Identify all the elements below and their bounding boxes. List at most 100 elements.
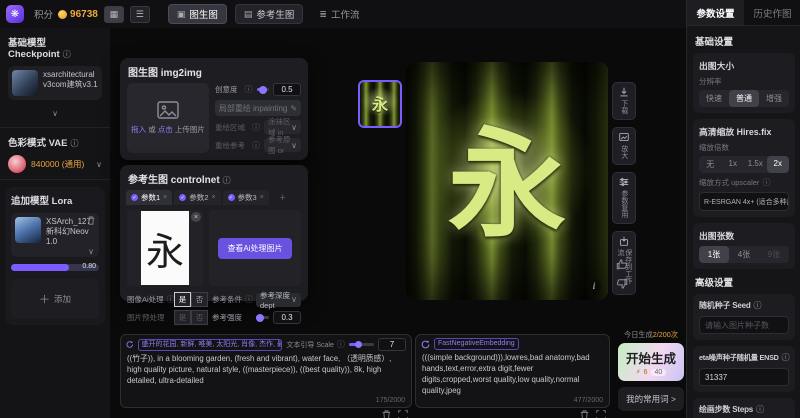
checkpoint-expand[interactable]: ∨ — [8, 100, 102, 121]
vae-select[interactable]: 840000 (通用) ∨ — [8, 155, 102, 173]
refresh-icon[interactable] — [126, 340, 134, 349]
tab-workflow[interactable]: ≣ 工作流 — [311, 5, 367, 23]
download-button[interactable]: 下载 — [612, 82, 636, 120]
reuse-params-button[interactable]: 参数复用 — [612, 172, 636, 224]
controlnet-tab-3[interactable]: ✓参数3× — [223, 190, 269, 205]
preprocess-label: 图片预处理 — [127, 312, 170, 323]
refresh-icon[interactable] — [421, 340, 430, 349]
seed-input[interactable] — [699, 316, 789, 334]
generated-image[interactable]: 永 i — [406, 62, 608, 300]
grid-view-button[interactable]: ▦ — [104, 6, 124, 23]
res-fast[interactable]: 快速 — [699, 90, 729, 107]
upload-dropzone[interactable]: 拖入 或 点击 上传图片 — [127, 83, 209, 153]
count-4[interactable]: 4张 — [729, 246, 759, 263]
drag-link: 拖入 — [131, 125, 146, 134]
scale-label: 文本引导 Scale — [286, 342, 333, 349]
denoise-value[interactable]: 0.5 — [273, 83, 301, 96]
save-frame-icon — [619, 236, 629, 246]
hires-card: 高清缩放 Hires.fix 缩放倍数 无 1x 1.5x 2x 缩放方式 up… — [693, 119, 795, 217]
check-icon: ✓ — [179, 194, 186, 201]
basic-settings-header: 基础设置 — [695, 34, 793, 48]
condition-select[interactable]: 参考深度 dept∨ — [256, 293, 301, 307]
check-icon: ✓ — [131, 194, 138, 201]
controlnet-panel: 参考生图 controlnetⓘ ✓参数1× ✓参数2× ✓参数3× ＋ 永 ×… — [120, 165, 308, 301]
app-logo-icon[interactable]: ❋ — [6, 5, 24, 23]
trash-icon[interactable] — [580, 410, 589, 418]
controlnet-tab-2[interactable]: ✓参数2× — [174, 190, 220, 205]
ensd-card: eta噪声种子随机量 ENSDⓘ — [693, 346, 795, 392]
tab-reference-gen[interactable]: ▤ 参考生图 — [235, 4, 304, 24]
thumbs-down-icon[interactable] — [616, 278, 628, 290]
remove-image-icon[interactable]: × — [191, 212, 201, 222]
scale-slider[interactable] — [349, 343, 374, 346]
mult-15x[interactable]: 1.5x — [744, 156, 767, 173]
negative-prompt-box: FastNegativeEmbedding (((simple backgrou… — [415, 334, 610, 408]
close-icon[interactable]: × — [163, 194, 167, 201]
tab-img2img[interactable]: ▣ 图生图 — [168, 4, 227, 24]
denoise-slider[interactable] — [257, 88, 270, 91]
vae-thumbnail — [8, 155, 26, 173]
count-9[interactable]: 9张 — [759, 246, 789, 263]
image-zoom-icon — [619, 132, 629, 142]
quota-label: 今日生成 — [624, 330, 653, 339]
res-enhanced[interactable]: 增强 — [759, 90, 789, 107]
lora-weight-slider[interactable]: 0.80 — [11, 264, 99, 271]
close-icon[interactable]: × — [260, 194, 264, 201]
strength-value[interactable]: 0.3 — [273, 311, 301, 324]
ensd-label: eta噪声种子随机量 ENSD — [699, 353, 779, 362]
positive-prompt-text[interactable]: ((竹子)), in a blooming garden, (fresh and… — [121, 352, 411, 398]
result-thumbnail[interactable]: 永 — [358, 80, 402, 128]
generate-button[interactable]: 开始生成 ⚡640 — [618, 343, 684, 381]
negative-embedding-tag[interactable]: FastNegativeEmbedding — [434, 338, 519, 350]
checkpoint-header: 基础模型 Checkpoint — [8, 38, 60, 60]
region-select[interactable]: 涂抹区域 in∨ — [264, 120, 301, 134]
upscaler-select[interactable]: R-ESRGAN 4x+ (适合多种风∨ — [699, 192, 789, 211]
info-icon[interactable]: i — [587, 279, 601, 293]
mult-none[interactable]: 无 — [699, 156, 722, 173]
upscaler-label: 缩放方式 upscaler — [699, 178, 759, 187]
tab-parameters[interactable]: 参数设置 — [687, 0, 744, 25]
img2img-title: 图生图 img2img — [120, 58, 308, 83]
count-1[interactable]: 1张 — [699, 246, 729, 263]
tab-history[interactable]: 历史作图 — [744, 0, 800, 25]
add-controlnet-tab[interactable]: ＋ — [271, 190, 295, 205]
resolution-label: 分辨率 — [699, 76, 789, 87]
res-normal[interactable]: 普通 — [729, 90, 759, 107]
app-window: ❋ 积分 96738 ▦ ☰ ▣ 图生图 ▤ 参考生图 ≣ 工作流 基础模型 C… — [0, 0, 800, 418]
download-icon — [619, 87, 629, 97]
condition-label: 参考条件 — [212, 295, 242, 304]
sliders-icon — [619, 177, 629, 187]
trash-icon[interactable] — [382, 410, 391, 418]
scale-value[interactable]: 7 — [378, 338, 406, 351]
ensd-input[interactable] — [699, 368, 789, 386]
expand-icon[interactable] — [398, 410, 408, 418]
menu-button[interactable]: ☰ — [130, 6, 150, 23]
view-processed-button[interactable]: 查看Ai处理图片 — [218, 238, 291, 259]
my-phrases-button[interactable]: 我的常用词 > — [618, 387, 684, 411]
thumbs-up-icon[interactable] — [616, 258, 628, 270]
preprocess-toggle[interactable]: 是否 — [174, 310, 208, 325]
vae-section: 色彩模式 VAEⓘ 840000 (通用) ∨ — [0, 128, 110, 180]
refmode-select[interactable]: 参考原图 or∨ — [264, 138, 301, 152]
lora-header: 追加模型 Lora — [11, 193, 99, 207]
inpaint-button[interactable]: 局部重绘 inpainting ✎ — [215, 100, 301, 116]
expand-icon[interactable] — [596, 410, 606, 418]
checkpoint-card[interactable]: xsarchitecturalv3com建筑v3.1 — [8, 66, 102, 100]
mult-1x[interactable]: 1x — [722, 156, 745, 173]
top-bar: ❋ 积分 96738 ▦ ☰ ▣ 图生图 ▤ 参考生图 ≣ 工作流 — [0, 0, 686, 29]
ai-process-toggle[interactable]: 是否 — [174, 292, 208, 307]
chevron-down-icon[interactable]: ∨ — [88, 247, 94, 256]
negative-prompt-text[interactable]: (((simple background))),lowres,bad anato… — [416, 351, 609, 397]
controlnet-tabs: ✓参数1× ✓参数2× ✓参数3× ＋ — [120, 190, 308, 205]
lora-card[interactable]: XSArch_127新科幻Neov1.0 ∨ — [11, 213, 99, 257]
image-icon: ▣ — [177, 9, 186, 20]
close-icon[interactable]: × — [211, 194, 215, 201]
prompt-tags[interactable]: 盛开的花园, 新鲜, 唯美, 太阳光, 肖像, 杰作, 最佳质量 — [138, 339, 283, 351]
add-lora-button[interactable]: ＋ 添加 — [11, 279, 99, 319]
strength-slider[interactable] — [256, 316, 269, 319]
mult-2x[interactable]: 2x — [767, 156, 790, 173]
reference-image[interactable]: 永 — [141, 211, 189, 285]
controlnet-tab-1[interactable]: ✓参数1× — [126, 190, 172, 205]
upscale-button[interactable]: 放大 — [612, 127, 636, 165]
trash-icon[interactable] — [87, 216, 95, 225]
